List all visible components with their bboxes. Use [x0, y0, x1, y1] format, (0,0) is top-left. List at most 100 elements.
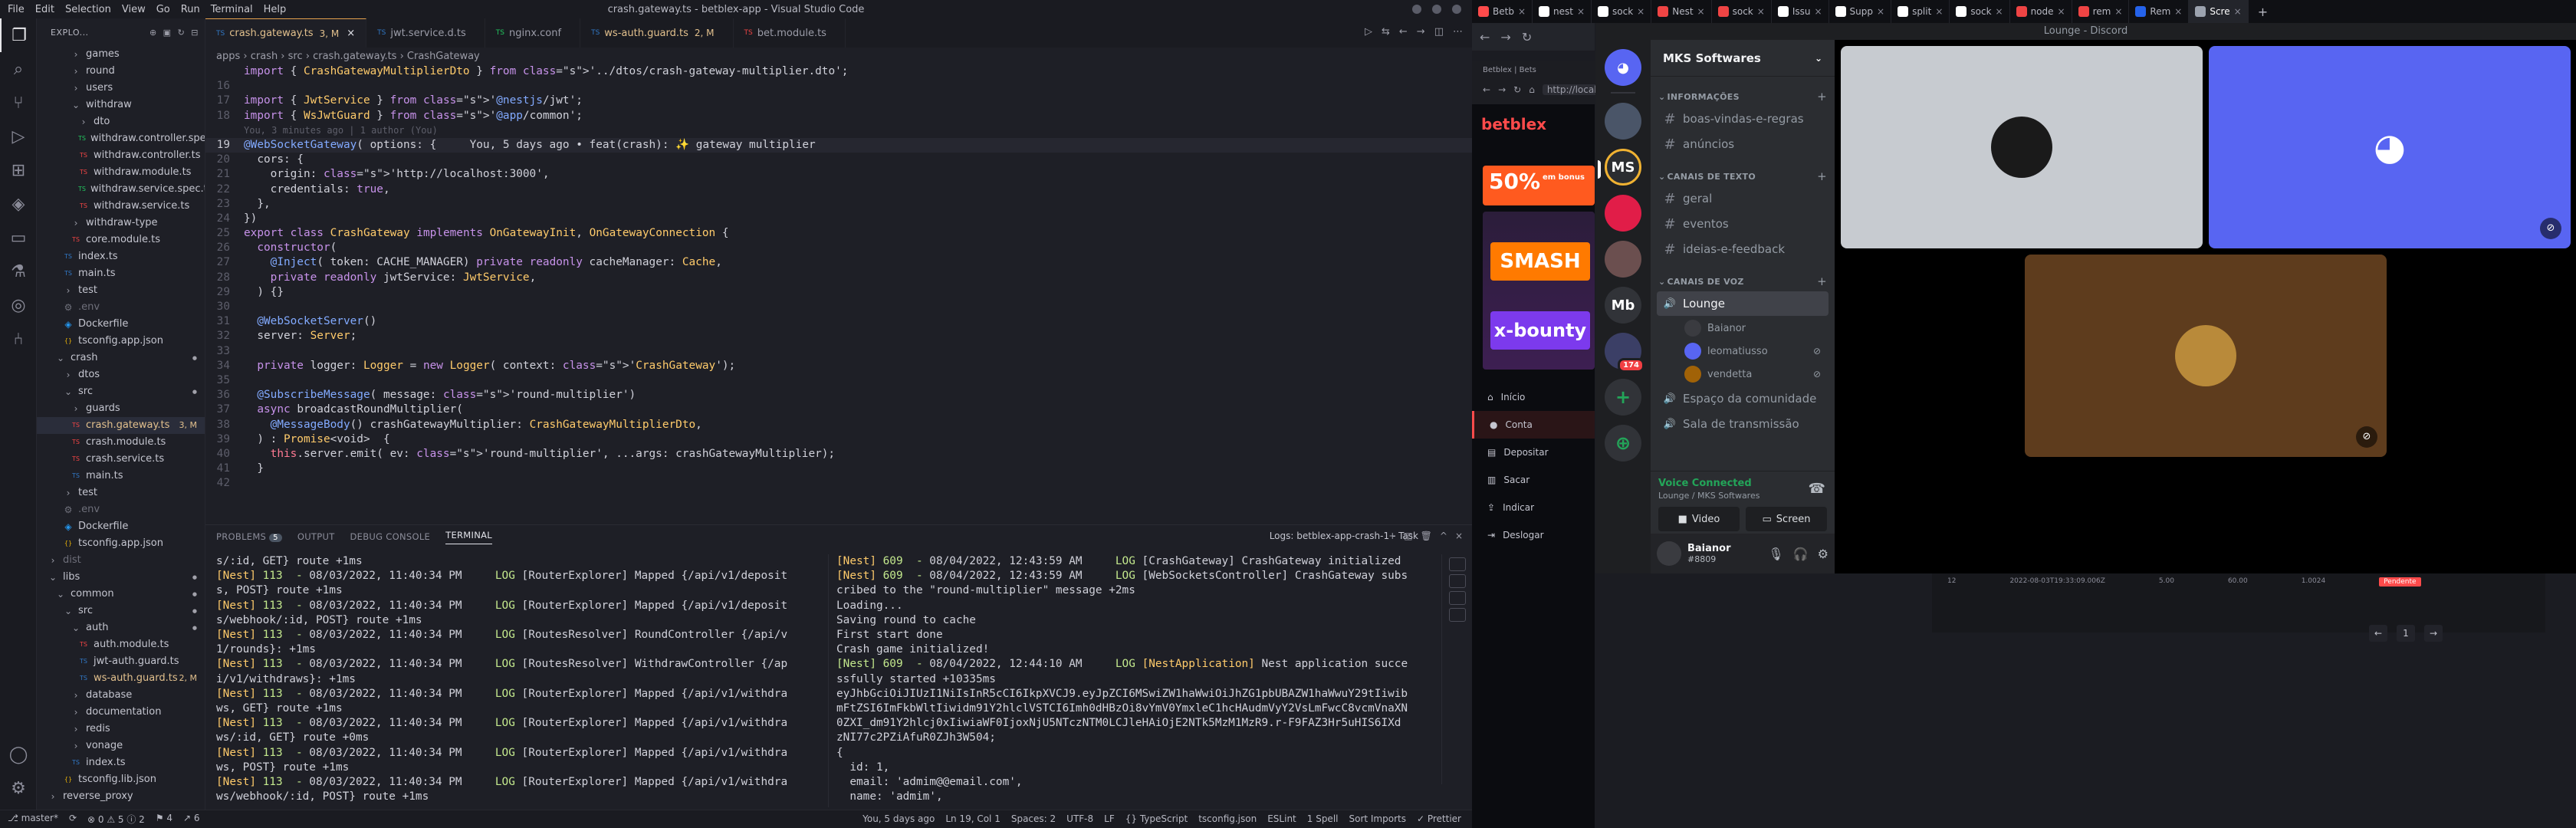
- close-icon[interactable]: ×: [1757, 6, 1765, 17]
- code-line[interactable]: 30: [205, 300, 1472, 314]
- prev-page-button[interactable]: ←: [2369, 625, 2387, 642]
- participant-tile[interactable]: ◕ ⊘: [2209, 46, 2571, 248]
- close-button[interactable]: [1452, 5, 1461, 14]
- voice-channel[interactable]: 🔊 Sala de transmissão: [1657, 412, 1829, 436]
- terminal-instance-icon[interactable]: [1448, 557, 1466, 571]
- add-channel-icon[interactable]: +: [1817, 169, 1827, 183]
- testing-icon[interactable]: ⚗: [0, 255, 37, 288]
- panel-tab-terminal[interactable]: TERMINAL: [445, 530, 492, 544]
- panel-tab-problems[interactable]: PROBLEMS 5: [216, 531, 282, 542]
- settings-gear-icon[interactable]: ⚙: [1818, 547, 1829, 561]
- tree-item[interactable]: ⚙ .env: [37, 501, 205, 518]
- code-line[interactable]: 17 import { JwtService } from class="s">'…: [205, 94, 1472, 108]
- add-channel-icon[interactable]: +: [1817, 274, 1827, 288]
- close-icon[interactable]: ×: [1814, 6, 1822, 17]
- betblex-logo[interactable]: betblex: [1481, 115, 1546, 133]
- nav-item-sacar[interactable]: ▥ Sacar: [1472, 466, 1595, 494]
- status-item[interactable]: ⊗ 0 ⚠ 5 ⓘ 2: [87, 813, 145, 826]
- files-icon[interactable]: ❐: [0, 18, 37, 52]
- add-channel-icon[interactable]: +: [1817, 90, 1827, 104]
- new-file-icon[interactable]: ⊕: [150, 28, 157, 38]
- tree-item[interactable]: ⌄ libs ●: [37, 569, 205, 586]
- tab-bet-module-ts[interactable]: TS bet.module.ts: [734, 18, 846, 48]
- tree-item[interactable]: TS withdraw.controller.spec.ts: [37, 130, 205, 147]
- tree-item[interactable]: TS main.ts: [37, 265, 205, 282]
- inner-forward-icon[interactable]: →: [1498, 84, 1506, 95]
- status-item[interactable]: 1 Spell: [1307, 813, 1339, 824]
- browser-tab[interactable]: split ×: [1891, 0, 1950, 23]
- next-page-button[interactable]: →: [2424, 625, 2443, 642]
- server-add-button[interactable]: +: [1605, 379, 1641, 416]
- docker-icon[interactable]: ◈: [0, 187, 37, 221]
- status-item[interactable]: UTF-8: [1066, 813, 1093, 824]
- tree-item[interactable]: TS main.ts: [37, 468, 205, 485]
- status-item[interactable]: ESLint: [1267, 813, 1296, 824]
- search-icon[interactable]: ⌕: [0, 52, 37, 86]
- forward-icon[interactable]: →: [1500, 30, 1510, 44]
- status-item[interactable]: ⚑ 4: [156, 813, 172, 826]
- close-icon[interactable]: ×: [1518, 6, 1526, 17]
- breadcrumb[interactable]: apps › crash › src › crash.gateway.ts › …: [205, 48, 1472, 64]
- category-1[interactable]: ⌄ CANAIS DE TEXTO +: [1651, 167, 1835, 186]
- tree-item[interactable]: TS withdraw.controller.ts: [37, 147, 205, 164]
- status-item[interactable]: Spaces: 2: [1011, 813, 1056, 824]
- mic-icon[interactable]: 🎙: [1768, 547, 1783, 561]
- avatar[interactable]: [1657, 541, 1681, 566]
- tree-item[interactable]: ⌄ auth ●: [37, 619, 205, 636]
- remote-explorer-icon[interactable]: ▭: [0, 221, 37, 255]
- nav-item-início[interactable]: ⌂ Início: [1472, 383, 1595, 411]
- close-icon[interactable]: ×: [1935, 6, 1943, 17]
- inner-reload-icon[interactable]: ↻: [1513, 84, 1521, 95]
- terminal-instance-icon[interactable]: [1448, 591, 1466, 605]
- inner-url[interactable]: http://local: [1542, 84, 1602, 95]
- code-line[interactable]: 34 private logger: Logger = new Logger( …: [205, 359, 1472, 373]
- tree-item[interactable]: TS index.ts: [37, 754, 205, 771]
- status-item[interactable]: LF: [1104, 813, 1115, 824]
- back-icon[interactable]: ←: [1480, 30, 1490, 44]
- browser-tab[interactable]: sock ×: [1950, 0, 2010, 23]
- tree-item[interactable]: TS auth.module.ts: [37, 636, 205, 653]
- code-line[interactable]: 25 export class CrashGateway implements O…: [205, 226, 1472, 241]
- participant-tile[interactable]: ⊘: [2025, 255, 2387, 457]
- tree-item[interactable]: TS jwt-auth.guard.ts: [37, 653, 205, 670]
- code-line[interactable]: 42: [205, 476, 1472, 491]
- status-item[interactable]: Sort Imports: [1349, 813, 1406, 824]
- code-line[interactable]: 35: [205, 373, 1472, 388]
- panel-tab-output[interactable]: OUTPUT: [297, 531, 335, 542]
- close-icon[interactable]: ×: [1996, 6, 2003, 17]
- tab-ws-auth-guard-ts[interactable]: TS ws-auth.guard.ts 2, M: [580, 18, 734, 48]
- nav-item-deslogar[interactable]: ⇥ Deslogar: [1472, 521, 1595, 549]
- tab-nginx-conf[interactable]: TS nginx.conf: [485, 18, 581, 48]
- voice-channel[interactable]: 🔊 Lounge: [1657, 291, 1829, 316]
- git-graph-icon[interactable]: ⑃: [0, 322, 37, 356]
- nav-item-conta[interactable]: ● Conta: [1472, 411, 1595, 439]
- screen-share-button[interactable]: ▭ Screen: [1746, 507, 1827, 531]
- browser-tab[interactable]: node ×: [2010, 0, 2072, 23]
- terminal-left[interactable]: s/:id, GET} route +1ms [Nest] 113 - 08/03…: [216, 554, 814, 807]
- maximize-button[interactable]: [1432, 5, 1441, 14]
- status-item[interactable]: tsconfig.json: [1198, 813, 1257, 824]
- code-line[interactable]: 27 @Inject( token: CACHE_MANAGER) privat…: [205, 255, 1472, 270]
- smash-banner[interactable]: SMASH: [1490, 242, 1590, 281]
- code-line[interactable]: 22 credentials: true,: [205, 182, 1472, 197]
- tree-item[interactable]: ⌄ withdraw: [37, 97, 205, 113]
- tree-item[interactable]: TS crash.gateway.ts 3, M: [37, 417, 205, 434]
- run-icon[interactable]: ▷: [1365, 26, 1372, 38]
- split-editor-icon[interactable]: ◫: [1434, 26, 1444, 38]
- tree-item[interactable]: {} tsconfig.app.json: [37, 535, 205, 552]
- split-terminal-icon[interactable]: ◫: [1404, 531, 1412, 541]
- status-item[interactable]: ↗ 6: [183, 813, 200, 826]
- refresh-icon[interactable]: ↻: [178, 28, 186, 38]
- tree-item[interactable]: › dtos: [37, 366, 205, 383]
- account-icon[interactable]: ◯: [0, 738, 37, 771]
- collapse-icon[interactable]: ⊟: [191, 28, 199, 38]
- nav-item-indicar[interactable]: ⇪ Indicar: [1472, 494, 1595, 521]
- code-line[interactable]: 23 },: [205, 197, 1472, 212]
- server-icon[interactable]: ◕: [1605, 49, 1641, 86]
- voice-user[interactable]: vendetta ⊘: [1684, 363, 1829, 386]
- server-icon[interactable]: [1605, 103, 1641, 140]
- new-folder-icon[interactable]: ▣: [163, 28, 172, 38]
- kill-terminal-icon[interactable]: 🗑: [1421, 531, 1432, 541]
- server-explore-button[interactable]: ⊕: [1605, 425, 1641, 462]
- code-line[interactable]: 18 import { WsJwtGuard } from class="s">'…: [205, 109, 1472, 123]
